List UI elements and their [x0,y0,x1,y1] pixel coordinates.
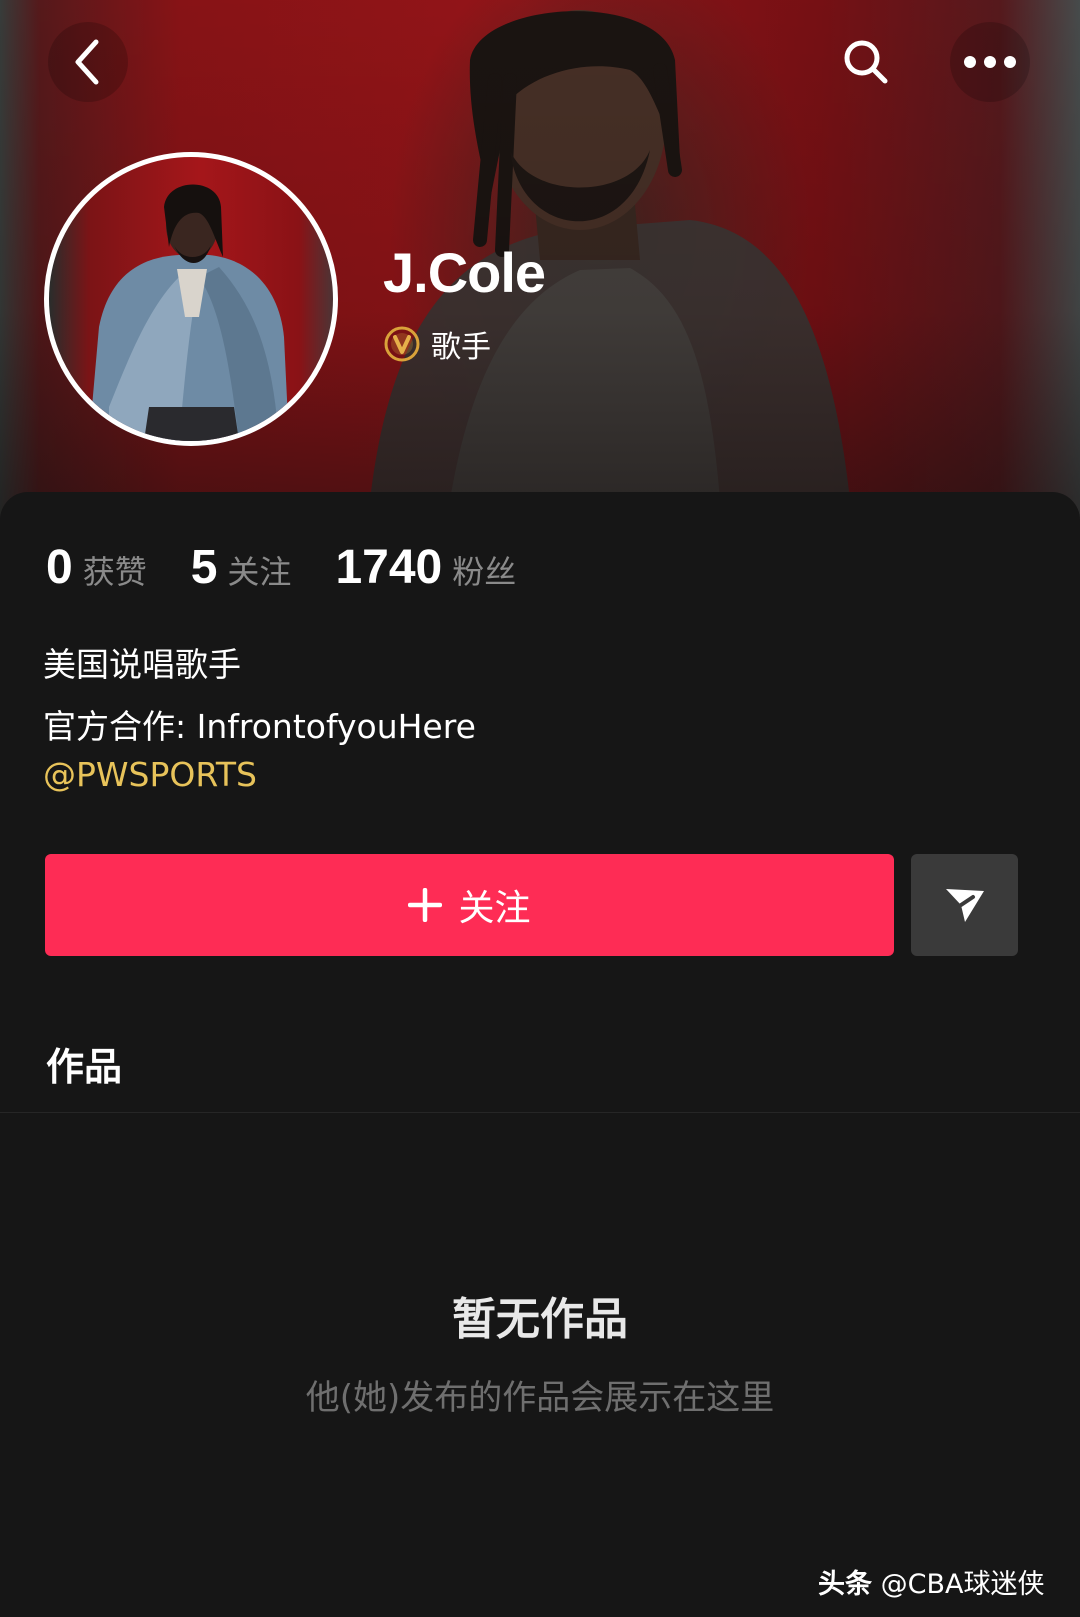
tab-works[interactable]: 作品 [46,1036,122,1091]
profile-page: J.Cole 歌手 0 获赞 5 关注 1740 粉丝 美国说唱歌手 官方合作:… [0,0,1080,1617]
bio-line: 美国说唱歌手 [43,645,241,684]
more-button[interactable] [950,22,1030,102]
watermark-brand: 头条 [818,1569,872,1600]
profile-name: J.Cole [383,241,546,304]
verified-v-badge-icon [384,326,420,362]
search-button[interactable] [826,22,906,102]
avatar-photo [89,184,289,441]
search-icon [844,40,888,84]
stat-likes-label: 获赞 [82,553,147,591]
stat-followers-label: 粉丝 [452,553,517,591]
chevron-left-icon [75,39,99,85]
watermark-handle: @CBA球迷侠 [880,1569,1045,1600]
empty-state-title: 暂无作品 [452,1294,628,1345]
profile-banner: J.Cole 歌手 [0,0,1080,520]
category-label: 歌手 [431,330,491,365]
stat-followers[interactable]: 1740 粉丝 [335,540,516,595]
bio-cooperation: 官方合作: InfrontofyouHere [43,707,476,746]
tab-divider [0,1112,1080,1113]
watermark: 头条 @CBA球迷侠 [818,1562,1044,1601]
avatar[interactable] [44,152,338,446]
bio-mention-link[interactable]: @PWSPORTS [43,755,257,794]
send-icon [945,889,984,922]
stat-likes: 0 获赞 [46,540,147,595]
plus-icon [408,888,443,922]
verified-category: 歌手 [383,322,491,366]
back-button[interactable] [48,22,128,102]
follow-button[interactable]: 关注 [45,854,894,956]
profile-stats: 0 获赞 5 关注 1740 粉丝 [46,540,560,595]
stat-followers-value: 1740 [335,541,443,594]
stat-likes-value: 0 [46,541,73,594]
empty-state-subtitle: 他(她)发布的作品会展示在这里 [305,1378,775,1418]
follow-button-label: 关注 [458,888,531,929]
more-horizontal-icon [964,56,1016,68]
stat-following[interactable]: 5 关注 [191,540,292,595]
share-button[interactable] [911,854,1018,956]
stat-following-label: 关注 [227,553,292,591]
stat-following-value: 5 [190,541,218,594]
